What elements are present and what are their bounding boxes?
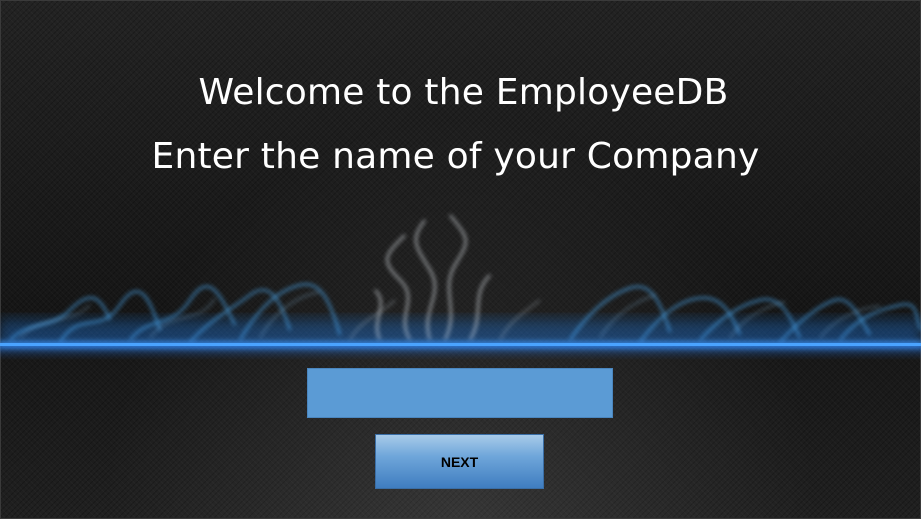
next-button[interactable]: NEXT	[375, 434, 544, 489]
welcome-screen: Welcome to the EmployeeDB Enter the name…	[0, 0, 921, 519]
company-name-input[interactable]	[307, 368, 613, 418]
company-prompt: Enter the name of your Company	[151, 136, 760, 177]
smoke-decoration	[0, 214, 921, 344]
welcome-title: Welcome to the EmployeeDB	[198, 72, 729, 113]
divider-glow-fade	[0, 346, 921, 360]
